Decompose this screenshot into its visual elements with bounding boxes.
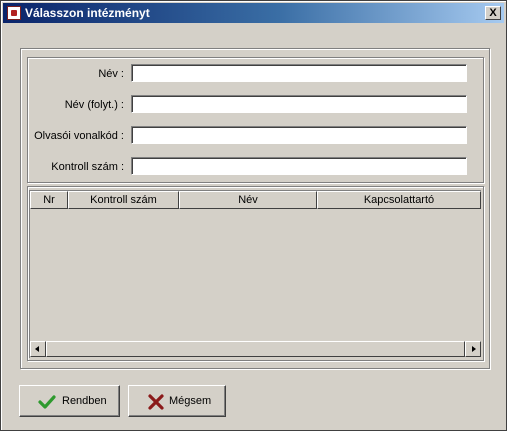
right-arrow-icon	[472, 346, 476, 352]
name-continued-label: Név (folyt.) :	[64, 99, 124, 111]
control-number-label: Kontroll szám :	[51, 161, 124, 173]
ok-button-label: Rendben	[62, 395, 107, 407]
title-bar[interactable]: Válasszon intézményt X	[3, 3, 504, 23]
app-icon	[7, 6, 21, 20]
column-header-nr[interactable]: Nr	[30, 191, 68, 209]
column-header-contact-person[interactable]: Kapcsolattartó	[317, 191, 481, 209]
name-continued-input[interactable]	[131, 95, 467, 113]
reader-barcode-label: Olvasói vonalkód :	[34, 130, 124, 142]
results-table[interactable]: Nr Kontroll szám Név Kapcsolattartó	[29, 190, 481, 358]
column-header-control-number[interactable]: Kontroll szám	[68, 191, 179, 209]
scrollbar-thumb[interactable]	[46, 341, 465, 357]
dialog-window: Válasszon intézményt X Név : Név (folyt.…	[0, 0, 507, 431]
cancel-button[interactable]: Mégsem	[128, 385, 226, 417]
cross-icon	[148, 394, 164, 410]
horizontal-scrollbar[interactable]	[30, 341, 481, 357]
window-title: Válasszon intézményt	[25, 6, 150, 20]
control-number-input[interactable]	[131, 157, 467, 175]
name-input[interactable]	[131, 64, 467, 82]
scroll-left-button[interactable]	[30, 341, 46, 357]
checkmark-icon	[38, 395, 56, 409]
left-arrow-icon	[35, 346, 39, 352]
scroll-right-button[interactable]	[465, 341, 481, 357]
name-label: Név :	[98, 68, 124, 80]
close-button[interactable]: X	[485, 6, 501, 20]
ok-button[interactable]: Rendben	[19, 385, 120, 417]
cancel-button-label: Mégsem	[169, 395, 212, 407]
reader-barcode-input[interactable]	[131, 126, 467, 144]
column-header-name[interactable]: Név	[179, 191, 317, 209]
